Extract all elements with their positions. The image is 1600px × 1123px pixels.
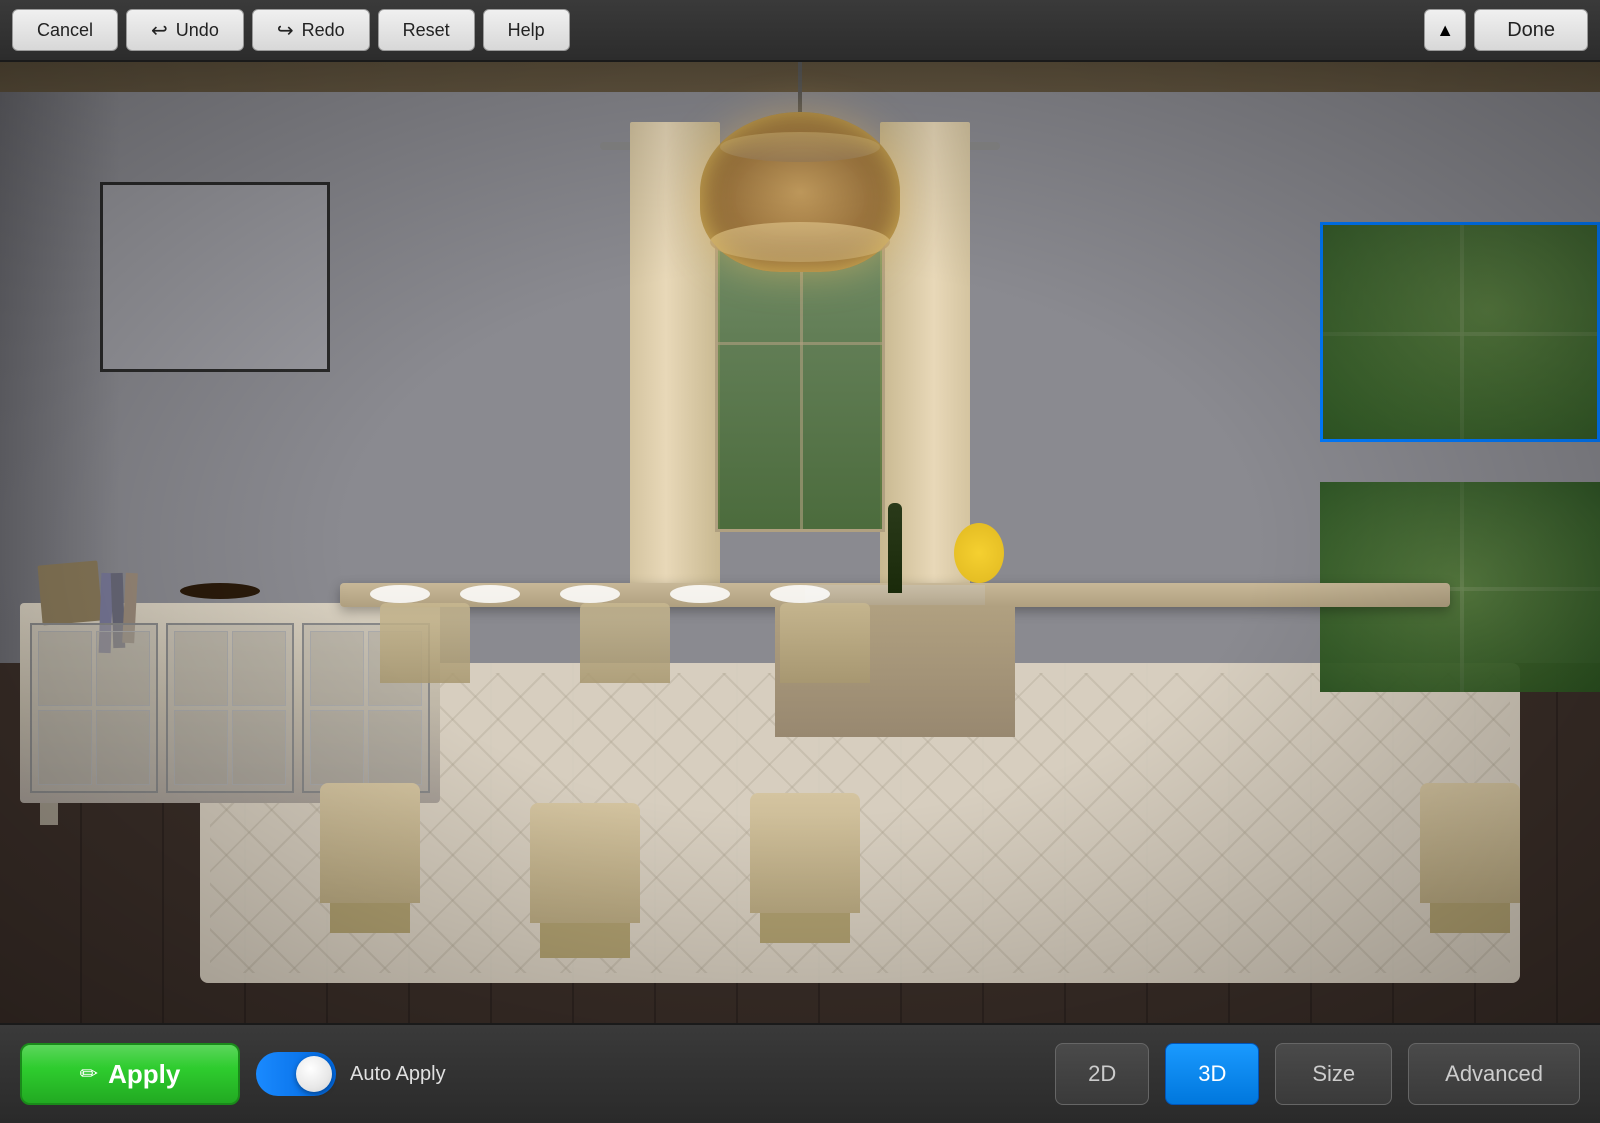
bottom-toolbar: ✏ Apply Auto Apply 2D 3D Size Advanced <box>0 1023 1600 1123</box>
mode-3d-button[interactable]: 3D <box>1165 1043 1259 1105</box>
chair-back-left <box>380 603 470 683</box>
chair-back-center <box>580 603 670 683</box>
mode-2d-label: 2D <box>1088 1061 1116 1087</box>
door-pane <box>232 710 286 785</box>
size-button[interactable]: Size <box>1275 1043 1392 1105</box>
redo-button[interactable]: ↪ Redo <box>252 9 370 51</box>
sideboard-door-left <box>30 623 158 793</box>
redo-label: Redo <box>302 20 345 41</box>
advanced-button[interactable]: Advanced <box>1408 1043 1580 1105</box>
undo-icon: ↩ <box>151 18 168 43</box>
apply-label: Apply <box>108 1059 180 1090</box>
picture-frame <box>100 182 330 372</box>
top-toolbar: Cancel ↩ Undo ↪ Redo Reset Help ▲ Done <box>0 0 1600 62</box>
help-label: Help <box>508 20 545 41</box>
toggle-thumb <box>296 1056 332 1092</box>
cancel-button[interactable]: Cancel <box>12 9 118 51</box>
door-pane <box>174 710 228 785</box>
door-pane <box>38 631 92 706</box>
chandelier <box>700 62 900 272</box>
sideboard-door-center <box>166 623 294 793</box>
door-pane <box>96 631 150 706</box>
done-label: Done <box>1507 19 1555 42</box>
door-pane <box>38 710 92 785</box>
canvas-area[interactable] <box>0 62 1600 1023</box>
mode-2d-button[interactable]: 2D <box>1055 1043 1149 1105</box>
auto-apply-toggle[interactable] <box>256 1052 336 1096</box>
chair-far-right <box>1420 783 1520 903</box>
auto-apply-label: Auto Apply <box>350 1063 446 1086</box>
door-pane <box>232 631 286 706</box>
chair-front-center <box>530 803 640 923</box>
advanced-label: Advanced <box>1445 1061 1543 1087</box>
apply-icon: ✏ <box>80 1061 98 1087</box>
done-button[interactable]: Done <box>1474 9 1588 51</box>
room-scene <box>0 62 1600 1023</box>
door-pane <box>174 631 228 706</box>
auto-apply-toggle-container: Auto Apply <box>256 1052 446 1096</box>
chair-front-right <box>750 793 860 913</box>
undo-button[interactable]: ↩ Undo <box>126 9 244 51</box>
reset-label: Reset <box>403 20 450 41</box>
cancel-label: Cancel <box>37 20 93 41</box>
reset-button[interactable]: Reset <box>378 9 475 51</box>
chair-front-left <box>320 783 420 903</box>
chandelier-chain <box>798 62 802 112</box>
redo-icon: ↪ <box>277 18 294 43</box>
help-button[interactable]: Help <box>483 9 570 51</box>
chandelier-body <box>700 112 900 272</box>
undo-label: Undo <box>176 20 219 41</box>
dining-table <box>310 583 1480 863</box>
size-label: Size <box>1312 1061 1355 1087</box>
mode-3d-label: 3D <box>1198 1061 1226 1087</box>
collapse-button[interactable]: ▲ <box>1424 9 1466 51</box>
right-window-top <box>1320 222 1600 442</box>
right-window-area <box>1320 142 1600 374</box>
door-pane <box>96 710 150 785</box>
chair-back-right <box>780 603 870 683</box>
collapse-icon: ▲ <box>1436 20 1454 41</box>
apply-button[interactable]: ✏ Apply <box>20 1043 240 1105</box>
